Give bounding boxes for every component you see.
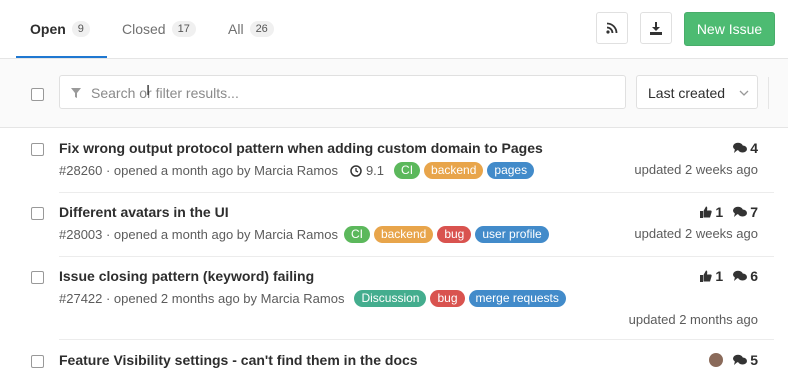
search-input[interactable]: Search or filter results...: [59, 75, 626, 109]
sort-dropdown[interactable]: Last created: [636, 75, 758, 109]
label-bug[interactable]: bug: [430, 290, 465, 307]
assignee-avatar[interactable]: [709, 353, 724, 367]
issue-checkbox[interactable]: [31, 207, 44, 220]
label-pages[interactable]: pages: [487, 162, 535, 179]
search-placeholder: Search or filter results...: [91, 85, 239, 101]
issue-meta: #27422 · opened 2 months ago by Marcia R…: [59, 290, 566, 307]
label-discussion[interactable]: Discussion: [354, 290, 427, 307]
label-backend[interactable]: backend: [424, 162, 484, 179]
label-ci[interactable]: CI: [343, 226, 370, 243]
row-divider: [59, 339, 774, 340]
issue-reference: #28003 · opened a month ago by Marcia Ra…: [59, 227, 338, 242]
issue-updated: updated 2 months ago: [628, 312, 758, 327]
issue-stats: 1 6: [690, 268, 758, 284]
issue-title[interactable]: Issue closing pattern (keyword) failing: [59, 268, 314, 284]
chevron-down-icon: [739, 90, 749, 96]
issue-reference: #28260 · opened a month ago by Marcia Ra…: [59, 163, 338, 178]
issue-labels: CI backend bug user profile: [340, 226, 549, 243]
clock-icon: [350, 164, 362, 177]
issue-updated: updated 2 weeks ago: [634, 226, 758, 241]
comments-count[interactable]: 5: [733, 352, 758, 368]
new-issue-button[interactable]: New Issue: [684, 12, 775, 46]
comments-count-value: 4: [750, 140, 758, 156]
select-all-checkbox[interactable]: [31, 88, 44, 101]
issue-title[interactable]: Different avatars in the UI: [59, 204, 229, 220]
issue-title[interactable]: Feature Visibility settings - can't find…: [59, 352, 418, 368]
issue-updated: updated 2 weeks ago: [634, 162, 758, 177]
active-tab-indicator: [16, 56, 107, 58]
issue-checkbox[interactable]: [31, 143, 44, 156]
milestone[interactable]: 9.1: [350, 163, 384, 178]
label-bug[interactable]: bug: [437, 226, 472, 243]
upvotes-count[interactable]: 1: [700, 268, 723, 284]
comments-count[interactable]: 6: [733, 268, 758, 284]
comments-count[interactable]: 7: [733, 204, 758, 220]
issue-title[interactable]: Fix wrong output protocol pattern when a…: [59, 140, 543, 156]
tab-closed[interactable]: Closed 17: [122, 0, 196, 58]
comments-icon: [733, 206, 748, 217]
comments-icon: [733, 354, 748, 365]
row-divider: [59, 256, 774, 257]
label-merge-requests[interactable]: merge requests: [468, 290, 566, 307]
label-backend[interactable]: backend: [373, 226, 434, 243]
text-cursor-icon: I: [146, 82, 151, 99]
filter-divider: [768, 77, 769, 109]
tab-all[interactable]: All 26: [228, 0, 274, 58]
issue-stats: 4: [723, 140, 758, 156]
export-csv-button[interactable]: [640, 12, 672, 44]
comments-count-value: 5: [750, 352, 758, 368]
thumbs-up-icon: [700, 206, 713, 218]
tab-closed-label: Closed: [122, 21, 166, 37]
issues-tabs-bar: Open 9 Closed 17 All 26 New Issue: [0, 0, 788, 59]
tab-all-count: 26: [249, 21, 274, 37]
issue-meta: #28260 · opened a month ago by Marcia Ra…: [59, 162, 535, 179]
sort-label: Last created: [648, 85, 726, 101]
tab-open[interactable]: Open 9: [30, 0, 90, 58]
download-icon: [650, 21, 662, 35]
label-user-profile[interactable]: user profile: [475, 226, 549, 243]
rss-button[interactable]: [596, 12, 628, 44]
rss-icon: [606, 22, 618, 34]
row-divider: [59, 192, 774, 193]
comments-count-value: 6: [750, 268, 758, 284]
tab-closed-count: 17: [171, 21, 196, 37]
issue-checkbox[interactable]: [31, 355, 44, 368]
upvotes-count-value: 1: [715, 268, 724, 284]
filter-icon: [71, 88, 81, 98]
issue-labels: Discussion bug merge requests: [350, 290, 566, 307]
comments-icon: [733, 142, 748, 153]
tab-all-label: All: [228, 21, 244, 37]
issue-labels: CI backend pages: [390, 162, 535, 179]
comments-count[interactable]: 4: [733, 140, 758, 156]
upvotes-count[interactable]: 1: [700, 204, 723, 220]
upvotes-count-value: 1: [715, 204, 724, 220]
filter-bar: Search or filter results... Last created: [0, 59, 788, 128]
issue-reference: #27422 · opened 2 months ago by Marcia R…: [59, 291, 345, 306]
tab-open-label: Open: [30, 21, 66, 37]
issue-stats: 1 7: [690, 204, 758, 220]
thumbs-up-icon: [700, 270, 713, 282]
tab-open-count: 9: [71, 21, 90, 37]
issue-stats: 5: [709, 352, 758, 368]
bottom-fade: [0, 370, 788, 380]
issue-meta: #28003 · opened a month ago by Marcia Ra…: [59, 226, 549, 243]
comments-icon: [733, 270, 748, 281]
milestone-title: 9.1: [365, 163, 385, 178]
comments-count-value: 7: [750, 204, 758, 220]
label-ci[interactable]: CI: [394, 162, 421, 179]
issue-checkbox[interactable]: [31, 271, 44, 284]
